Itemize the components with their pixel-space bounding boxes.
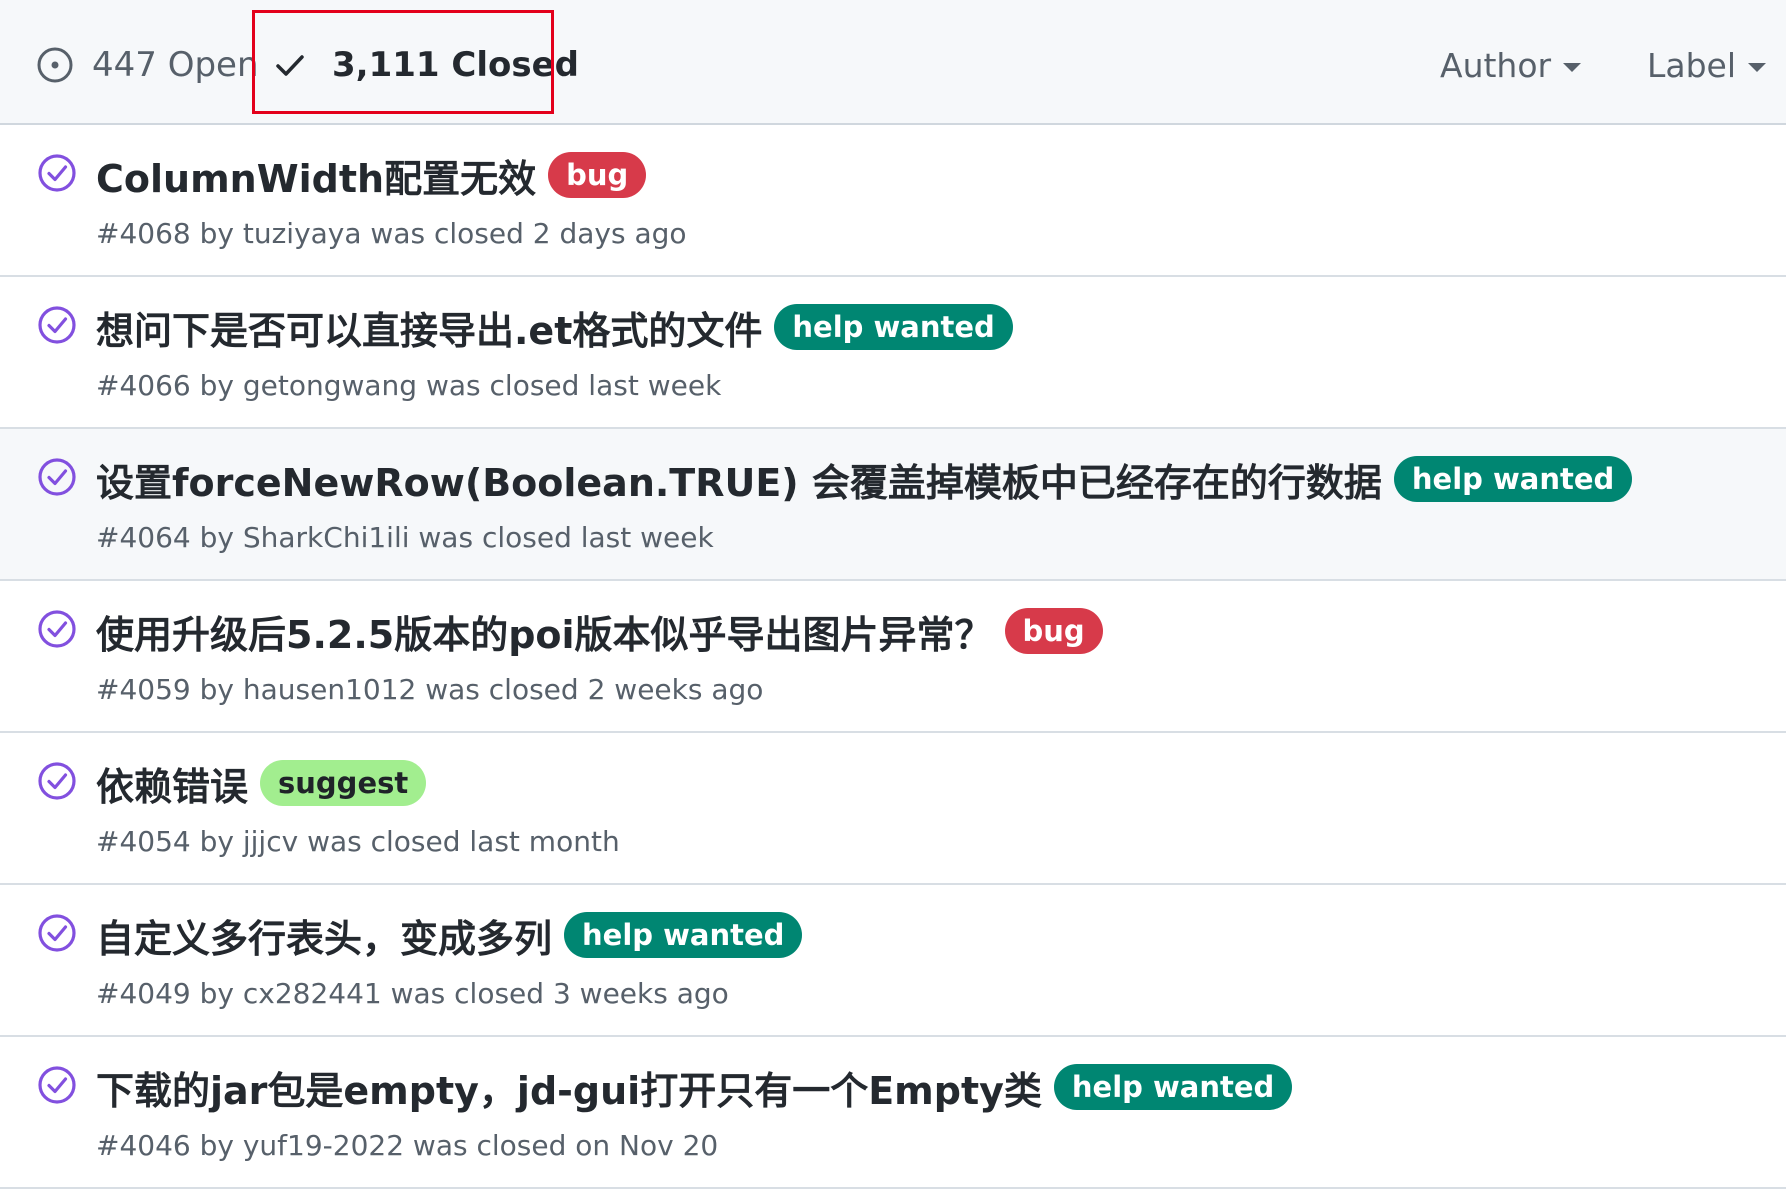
caret-down-icon [1563, 62, 1582, 72]
label-filter-dropdown[interactable]: Label [1647, 42, 1767, 88]
issue-title-line: 想问下是否可以直接导出.et格式的文件 help wanted [96, 299, 1013, 355]
issue-closed-icon [38, 458, 76, 496]
issue-label-badge[interactable]: help wanted [1393, 456, 1633, 502]
issue-meta: #4066 by getongwang was closed last week [96, 369, 722, 402]
issue-row[interactable]: 依赖错误 suggest #4054 by jjjcv was closed las… [0, 733, 1786, 885]
issue-label-badge[interactable]: help wanted [564, 912, 803, 958]
issue-opened-icon [37, 47, 73, 83]
issue-closed-icon [38, 762, 76, 800]
issue-meta: #4054 by jjjcv was closed last month [96, 825, 620, 858]
issue-label-badge[interactable]: help wanted [774, 304, 1013, 350]
issue-row[interactable]: 自定义多行表头，变成多列 help wanted #4049 by cx282441… [0, 885, 1786, 1037]
issue-row[interactable]: 设置forceNewRow(Boolean.TRUE) 会覆盖掉模板中已经存在的… [0, 429, 1786, 581]
issue-title-line: ColumnWidth配置无效 bug [96, 147, 647, 203]
issue-closed-icon [38, 154, 76, 192]
issues-list-header: 447 Open 3,111 Closed Author Label [0, 0, 1786, 125]
issue-row[interactable]: 下载的jar包是empty，jd-gui打开只有一个Empty类 help wan… [0, 1037, 1786, 1189]
issue-closed-icon [38, 1066, 76, 1104]
caret-down-icon [1748, 62, 1767, 72]
issues-page: 447 Open 3,111 Closed Author Label Colum… [0, 0, 1786, 1195]
issue-row[interactable]: 想问下是否可以直接导出.et格式的文件 help wanted #4066 by g… [0, 277, 1786, 429]
issue-title-line: 使用升级后5.2.5版本的poi版本似乎导出图片异常？ bug [96, 603, 1103, 659]
issue-title-link[interactable]: 依赖错误 [96, 756, 248, 811]
author-filter-dropdown[interactable]: Author [1440, 42, 1582, 88]
issue-title-link[interactable]: 使用升级后5.2.5版本的poi版本似乎导出图片异常？ [96, 604, 993, 659]
issue-meta: #4049 by cx282441 was closed 3 weeks ago [96, 977, 729, 1010]
issue-title-link[interactable]: 自定义多行表头，变成多列 [96, 908, 552, 963]
issue-label-badge[interactable]: help wanted [1053, 1064, 1293, 1110]
issue-closed-icon [38, 914, 76, 952]
issue-row[interactable]: ColumnWidth配置无效 bug #4068 by tuziyaya was … [0, 125, 1786, 277]
issue-row[interactable]: 使用升级后5.2.5版本的poi版本似乎导出图片异常？ bug #4059 by h… [0, 581, 1786, 733]
issue-closed-icon [38, 306, 76, 344]
issue-meta: #4064 by SharkChi1ili was closed last we… [96, 521, 714, 554]
issue-title-line: 自定义多行表头，变成多列 help wanted [96, 907, 803, 963]
author-filter-label: Author [1440, 45, 1552, 85]
issue-title-line: 依赖错误 suggest [96, 755, 427, 811]
issue-meta: #4059 by hausen1012 was closed 2 weeks a… [96, 673, 764, 706]
issue-label-badge[interactable]: bug [548, 152, 647, 198]
issue-meta: #4046 by yuf19-2022 was closed on Nov 20 [96, 1129, 719, 1162]
issue-meta: #4068 by tuziyaya was closed 2 days ago [96, 217, 687, 250]
issue-closed-icon [38, 610, 76, 648]
open-issues-label: 447 Open [92, 45, 259, 85]
issue-label-badge[interactable]: bug [1004, 608, 1103, 654]
issue-title-line: 设置forceNewRow(Boolean.TRUE) 会覆盖掉模板中已经存在的… [96, 451, 1633, 507]
issue-title-link[interactable]: 下载的jar包是empty，jd-gui打开只有一个Empty类 [96, 1060, 1042, 1115]
closed-tab-highlight-box [252, 10, 554, 114]
label-filter-label: Label [1647, 45, 1737, 85]
issue-title-link[interactable]: ColumnWidth配置无效 [96, 148, 536, 203]
open-issues-tab[interactable]: 447 Open [36, 40, 259, 90]
issue-label-badge[interactable]: suggest [260, 760, 427, 806]
issue-title-line: 下载的jar包是empty，jd-gui打开只有一个Empty类 help wan… [96, 1059, 1293, 1115]
issue-title-link[interactable]: 设置forceNewRow(Boolean.TRUE) 会覆盖掉模板中已经存在的… [96, 452, 1382, 507]
issue-title-link[interactable]: 想问下是否可以直接导出.et格式的文件 [96, 300, 762, 355]
